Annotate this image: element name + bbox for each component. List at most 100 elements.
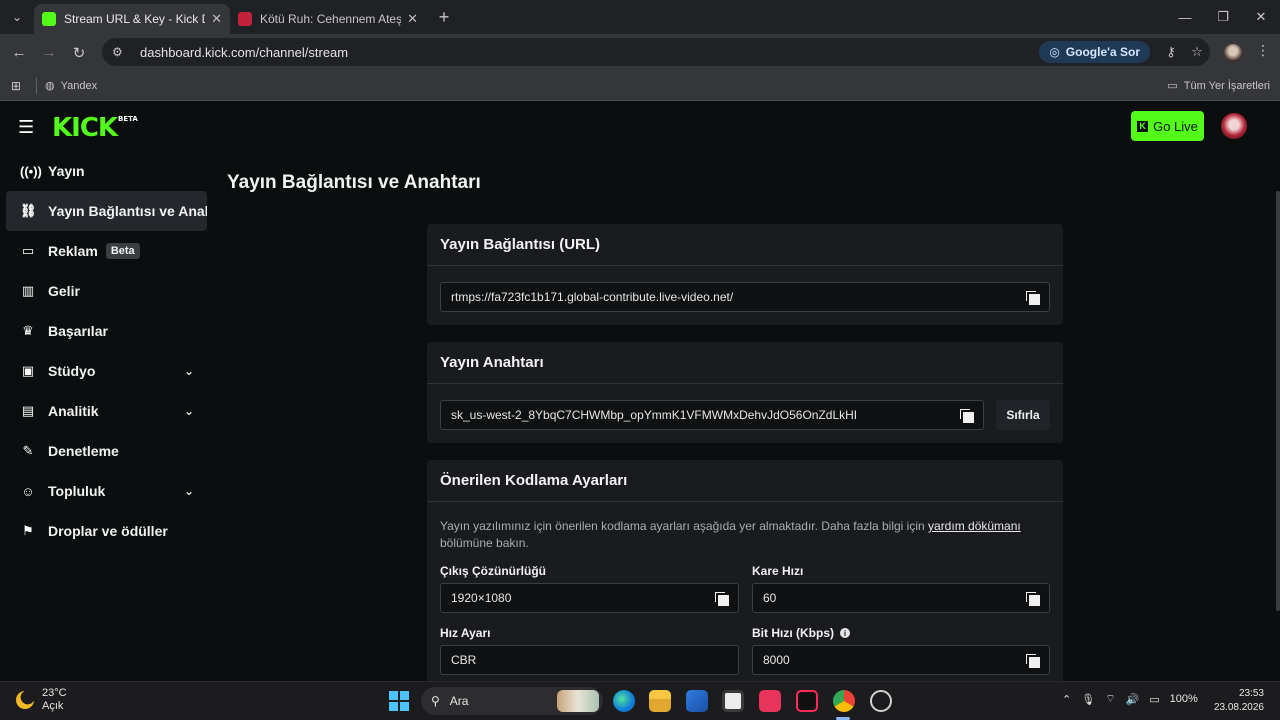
bitrate-field[interactable]: 8000 xyxy=(752,645,1050,675)
bitrate-value: 8000 xyxy=(763,653,790,667)
steam-icon[interactable] xyxy=(870,690,892,712)
tab-search-icon[interactable]: ⌄ xyxy=(0,0,34,34)
sidebar-item-label: Başarılar xyxy=(48,323,108,339)
google-ask-button[interactable]: ◎ Google'a Sor xyxy=(1039,41,1150,63)
info-icon[interactable]: i xyxy=(840,628,850,638)
description-text-end: bölümüne bakın. xyxy=(440,536,529,550)
minimize-icon[interactable]: — xyxy=(1166,0,1204,34)
sidebar-item-revenue[interactable]: ▥ Gelir xyxy=(0,271,214,311)
new-tab-button[interactable]: + xyxy=(430,3,458,31)
reload-icon[interactable]: ↻ xyxy=(64,38,94,68)
sidebar-item-label: Denetleme xyxy=(48,443,119,459)
sidebar-item-community[interactable]: ☺ Topluluk ⌄ xyxy=(0,471,214,511)
copy-icon[interactable] xyxy=(715,592,729,606)
encoding-settings-card: Önerilen Kodlama Ayarları Yayın yazılımı… xyxy=(427,460,1063,681)
copy-icon[interactable] xyxy=(960,409,974,423)
rate-control-value: CBR xyxy=(451,653,477,667)
tab-movie[interactable]: Kötü Ruh: Cehennem Ateşi 2026 ✕ xyxy=(230,4,426,34)
close-tab-icon[interactable]: ✕ xyxy=(407,11,418,27)
window-controls: — ❐ ✕ xyxy=(1166,0,1280,34)
browser-menu-icon[interactable]: ⋮ xyxy=(1256,42,1270,59)
framerate-field[interactable]: 60 xyxy=(752,583,1050,613)
close-window-icon[interactable]: ✕ xyxy=(1242,0,1280,34)
go-live-button[interactable]: K Go Live xyxy=(1131,111,1204,141)
maximize-icon[interactable]: ❐ xyxy=(1204,0,1242,34)
speaker-icon[interactable]: 🔊 xyxy=(1126,693,1140,706)
taskbar-clock[interactable]: 23:53 23.08.2026 xyxy=(1214,687,1264,715)
taskbar-search[interactable]: ⚲ Ara xyxy=(421,687,603,715)
chevron-down-icon[interactable]: ⌄ xyxy=(184,364,194,378)
weather-temp: 23°C xyxy=(42,687,67,699)
copy-icon[interactable] xyxy=(1026,592,1040,606)
bookmark-yandex[interactable]: ◍ Yandex xyxy=(45,79,97,93)
opera-gx-icon[interactable] xyxy=(759,690,781,712)
sidebar-item-drops[interactable]: ⚑ Droplar ve ödüller xyxy=(0,511,214,551)
reset-key-button[interactable]: Sıfırla xyxy=(996,400,1050,430)
chevron-up-icon[interactable]: ⌃ xyxy=(1062,693,1071,706)
ad-icon: ▭ xyxy=(21,243,35,258)
help-doc-link[interactable]: yardım dökümanı xyxy=(928,519,1021,533)
hamburger-menu-icon[interactable]: ☰ xyxy=(18,117,34,138)
sidebar-item-stream-key[interactable]: ⛓ Yayın Bağlantısı ve Anahtarı xyxy=(6,191,207,231)
scrollbar-thumb[interactable] xyxy=(1276,191,1280,611)
encoding-description: Yayın yazılımınız için önerilen kodlama … xyxy=(440,518,1050,552)
password-key-icon[interactable]: ⚷ xyxy=(1158,44,1184,60)
copy-icon[interactable] xyxy=(1026,654,1040,668)
weather-text: 23°C Açık xyxy=(42,687,67,713)
apps-grid-icon[interactable]: ⊞ xyxy=(0,79,32,93)
chevron-down-icon[interactable]: ⌄ xyxy=(184,404,194,418)
all-bookmarks-button[interactable]: ▭ Tüm Yer İşaretleri xyxy=(1167,79,1270,93)
bookmarks-bar: ⊞ ◍ Yandex ▭ Tüm Yer İşaretleri xyxy=(0,71,1280,101)
windows-taskbar: 23°C Açık ⚲ Ara ⌃ 🎙 ⌔ 🔊 ▭ 100% 23:53 23.… xyxy=(0,681,1280,720)
back-icon[interactable]: ← xyxy=(4,38,34,68)
bookmarks-divider xyxy=(36,77,37,94)
stream-key-field[interactable]: sk_us-west-2_8YbqC7CHWMbp_opYmmK1VFMWMxD… xyxy=(440,400,984,430)
chrome-icon[interactable] xyxy=(833,690,855,712)
sidebar-item-label: Gelir xyxy=(48,283,80,299)
wifi-icon[interactable]: ⌔ xyxy=(1105,692,1115,706)
microphone-icon[interactable]: 🎙 xyxy=(1081,693,1095,706)
url-text[interactable]: dashboard.kick.com/channel/stream xyxy=(140,45,1039,60)
studio-icon: ▣ xyxy=(21,363,35,378)
tiktok-icon[interactable] xyxy=(796,690,818,712)
sidebar-item-achievements[interactable]: ♛ Başarılar xyxy=(0,311,214,351)
chevron-down-icon[interactable]: ⌄ xyxy=(184,484,194,498)
sidebar-item-stream[interactable]: ((•)) Yayın xyxy=(0,151,214,191)
site-info-icon[interactable]: ⚙ xyxy=(112,45,132,59)
kick-dashboard-page: ☰ KICK BETA K Go Live ((•)) Yayın ⛓ Yayı… xyxy=(0,101,1280,681)
page-scrollbar[interactable] xyxy=(1276,151,1280,681)
edge-icon[interactable] xyxy=(613,690,635,712)
tab-title: Stream URL & Key - Kick Dashb xyxy=(64,12,205,26)
framerate-label-text: Kare Hızı xyxy=(752,564,804,578)
bookmark-star-icon[interactable]: ☆ xyxy=(1184,44,1210,60)
sidebar-item-studio[interactable]: ▣ Stüdyo ⌄ xyxy=(0,351,214,391)
file-explorer-icon[interactable] xyxy=(649,690,671,712)
user-avatar[interactable] xyxy=(1221,113,1247,139)
battery-icon[interactable]: ▭ xyxy=(1149,693,1159,706)
sidebar-item-label: Droplar ve ödüller xyxy=(48,523,168,539)
stream-url-field[interactable]: rtmps://fa723fc1b171.global-contribute.l… xyxy=(440,282,1050,312)
beta-badge: Beta xyxy=(105,243,140,259)
rate-control-field[interactable]: CBR xyxy=(440,645,739,675)
start-windows-icon[interactable] xyxy=(389,691,409,711)
tab-kick-dashboard[interactable]: Stream URL & Key - Kick Dashb ✕ xyxy=(34,4,230,34)
resolution-field[interactable]: 1920×1080 xyxy=(440,583,739,613)
sidebar-item-ads[interactable]: ▭ Reklam Beta xyxy=(0,231,214,271)
resolution-label: Çıkış Çözünürlüğü xyxy=(440,564,546,578)
bitrate-label-text: Bit Hızı (Kbps) xyxy=(752,626,834,640)
sidebar-item-moderation[interactable]: ✎ Denetleme xyxy=(0,431,214,471)
sidebar-item-analytics[interactable]: ▤ Analitik ⌄ xyxy=(0,391,214,431)
browser-profile-avatar[interactable] xyxy=(1224,44,1242,62)
weather-widget[interactable]: 23°C Açık xyxy=(16,687,67,713)
address-bar[interactable]: ⚙ dashboard.kick.com/channel/stream ◎ Go… xyxy=(102,38,1210,66)
store-icon[interactable] xyxy=(722,690,744,712)
copy-icon[interactable] xyxy=(1026,291,1040,305)
mail-icon[interactable] xyxy=(686,690,708,712)
bitrate-label: Bit Hızı (Kbps) i xyxy=(752,626,850,640)
movie-favicon-icon xyxy=(238,12,252,26)
kick-logo[interactable]: KICK BETA xyxy=(52,113,138,143)
forward-icon[interactable]: → xyxy=(34,38,64,68)
close-tab-icon[interactable]: ✕ xyxy=(211,11,222,27)
page-title: Yayın Bağlantısı ve Anahtarı xyxy=(227,172,481,193)
stream-key-value: sk_us-west-2_8YbqC7CHWMbp_opYmmK1VFMWMxD… xyxy=(451,408,858,422)
